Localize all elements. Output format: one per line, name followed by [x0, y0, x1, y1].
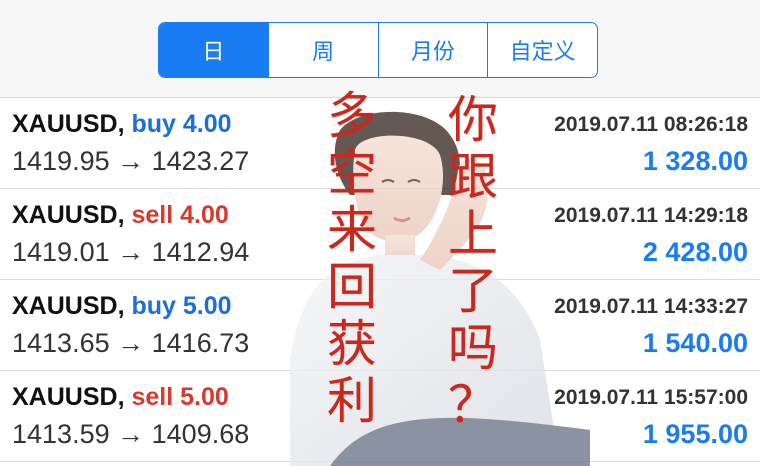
deal-direction: buy 4.00 [131, 110, 232, 138]
arrow-right-icon: → [117, 419, 145, 449]
deal-time: 2019.07.11 14:29:18 [554, 204, 748, 227]
deal-profit: 1 540.00 [642, 328, 748, 358]
open-price: 1419.95 [12, 146, 110, 176]
open-price: 1419.01 [12, 237, 110, 267]
deal-direction: buy 5.00 [131, 292, 232, 320]
close-price: 1412.94 [151, 237, 250, 267]
calligraphy-char: 了 [448, 262, 498, 320]
calligraphy-char: 获 [327, 315, 377, 373]
calligraphy-char: 回 [327, 258, 377, 316]
period-toolbar: 日 周 月份 自定义 [0, 0, 760, 98]
close-price: 1409.68 [151, 419, 250, 449]
deal-symbol: XAUUSD, [12, 201, 125, 229]
calligraphy-char: 多 [327, 87, 377, 145]
deal-time: 2019.07.11 15:57:00 [554, 386, 748, 409]
deal-header: XAUUSD, buy 4.00 [12, 110, 232, 139]
tab-month[interactable]: 月份 [377, 23, 488, 77]
arrow-right-icon: → [117, 237, 145, 267]
calligraphy-char: 跟 [448, 148, 498, 206]
open-price: 1413.59 [12, 419, 110, 449]
open-price: 1413.65 [12, 328, 110, 358]
period-segmented-control: 日 周 月份 自定义 [158, 22, 598, 78]
tab-week[interactable]: 周 [267, 23, 378, 77]
deal-prices: 1419.95 → 1423.27 [12, 146, 249, 177]
deal-time: 2019.07.11 08:26:18 [554, 113, 748, 136]
deal-profit: 2 428.00 [642, 237, 748, 267]
tab-custom[interactable]: 自定义 [487, 23, 597, 77]
close-price: 1416.73 [151, 328, 250, 358]
deal-profit: 1 328.00 [642, 146, 748, 176]
deal-header: XAUUSD, sell 4.00 [12, 201, 229, 230]
calligraphy-char: 吗 [448, 319, 498, 377]
calligraphy-char: ？ [448, 376, 498, 434]
calligraphy-right: 你 跟 上 了 吗 ？ [443, 92, 503, 434]
calligraphy-left: 多 空 来 回 获 利 [322, 88, 382, 430]
arrow-right-icon: → [117, 146, 145, 176]
deal-profit: 1 955.00 [642, 419, 748, 449]
deal-prices: 1413.65 → 1416.73 [12, 328, 249, 359]
deal-symbol: XAUUSD, [12, 110, 125, 138]
calligraphy-char: 你 [448, 91, 498, 149]
deal-direction: sell 5.00 [131, 383, 229, 411]
close-price: 1423.27 [151, 146, 250, 176]
calligraphy-char: 上 [448, 205, 498, 263]
arrow-right-icon: → [117, 328, 145, 358]
deal-symbol: XAUUSD, [12, 292, 125, 320]
calligraphy-char: 利 [327, 372, 377, 430]
calligraphy-char: 空 [327, 144, 377, 202]
deal-direction: sell 4.00 [131, 201, 229, 229]
deal-symbol: XAUUSD, [12, 383, 125, 411]
deal-header: XAUUSD, buy 5.00 [12, 292, 232, 321]
tab-day[interactable]: 日 [159, 23, 268, 77]
deal-time: 2019.07.11 14:33:27 [554, 295, 748, 318]
deal-prices: 1413.59 → 1409.68 [12, 419, 249, 450]
calligraphy-char: 来 [327, 201, 377, 259]
deal-prices: 1419.01 → 1412.94 [12, 237, 249, 268]
deal-header: XAUUSD, sell 5.00 [12, 383, 229, 412]
